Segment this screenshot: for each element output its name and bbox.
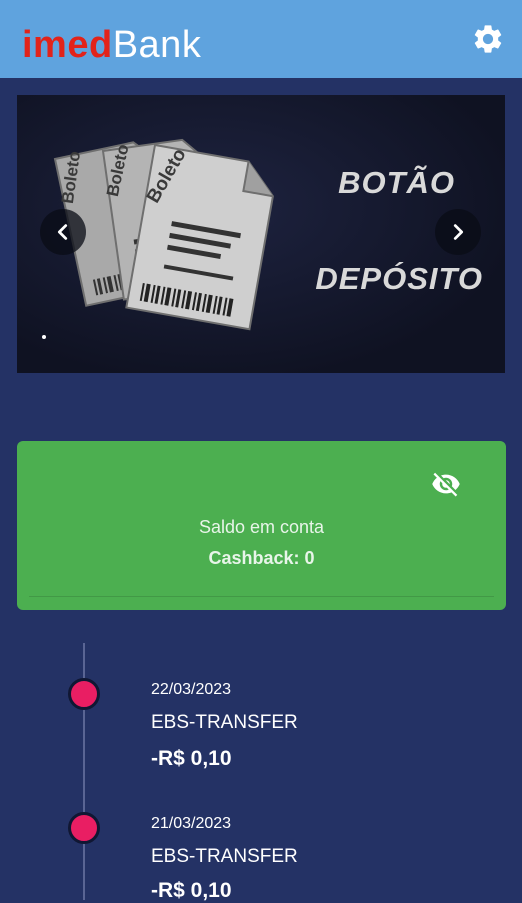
balance-card: Saldo em conta Cashback: 0: [17, 441, 506, 610]
timeline-dot: [68, 678, 100, 710]
transaction-date: 21/03/2023: [151, 815, 232, 832]
gear-icon[interactable]: [471, 22, 505, 56]
carousel-next-button[interactable]: [435, 209, 481, 255]
logo-imed: imed: [22, 24, 113, 66]
banner-title-line1: BOTÃO: [338, 165, 455, 200]
transaction-amount: -R$ 0,10: [151, 879, 232, 902]
transaction-amount: -R$ 0,10: [151, 747, 232, 770]
card-divider: [29, 596, 494, 597]
logo-bank: Bank: [112, 24, 202, 66]
transaction-description: EBS-TRANSFER: [151, 712, 298, 733]
carousel-prev-button[interactable]: [40, 209, 86, 255]
cashback-value: Cashback: 0: [208, 548, 315, 568]
transaction-date: 22/03/2023: [151, 681, 232, 698]
chevron-right-icon: [453, 224, 464, 240]
transaction-description: EBS-TRANSFER: [151, 846, 298, 867]
app-logo: imedBank: [22, 22, 201, 68]
chevron-left-icon: [57, 224, 68, 240]
balance-label: Saldo em conta: [198, 517, 325, 537]
eye-off-icon[interactable]: [429, 469, 463, 499]
app-header: imedBank: [0, 0, 522, 78]
banner-title-line2: DEPÓSITO: [315, 261, 483, 296]
carousel-indicator[interactable]: [42, 335, 46, 339]
timeline-dot: [68, 812, 100, 844]
promo-banner[interactable]: Boleto Boleto Boleto BOTÃO DEPÓSITO: [17, 95, 505, 373]
